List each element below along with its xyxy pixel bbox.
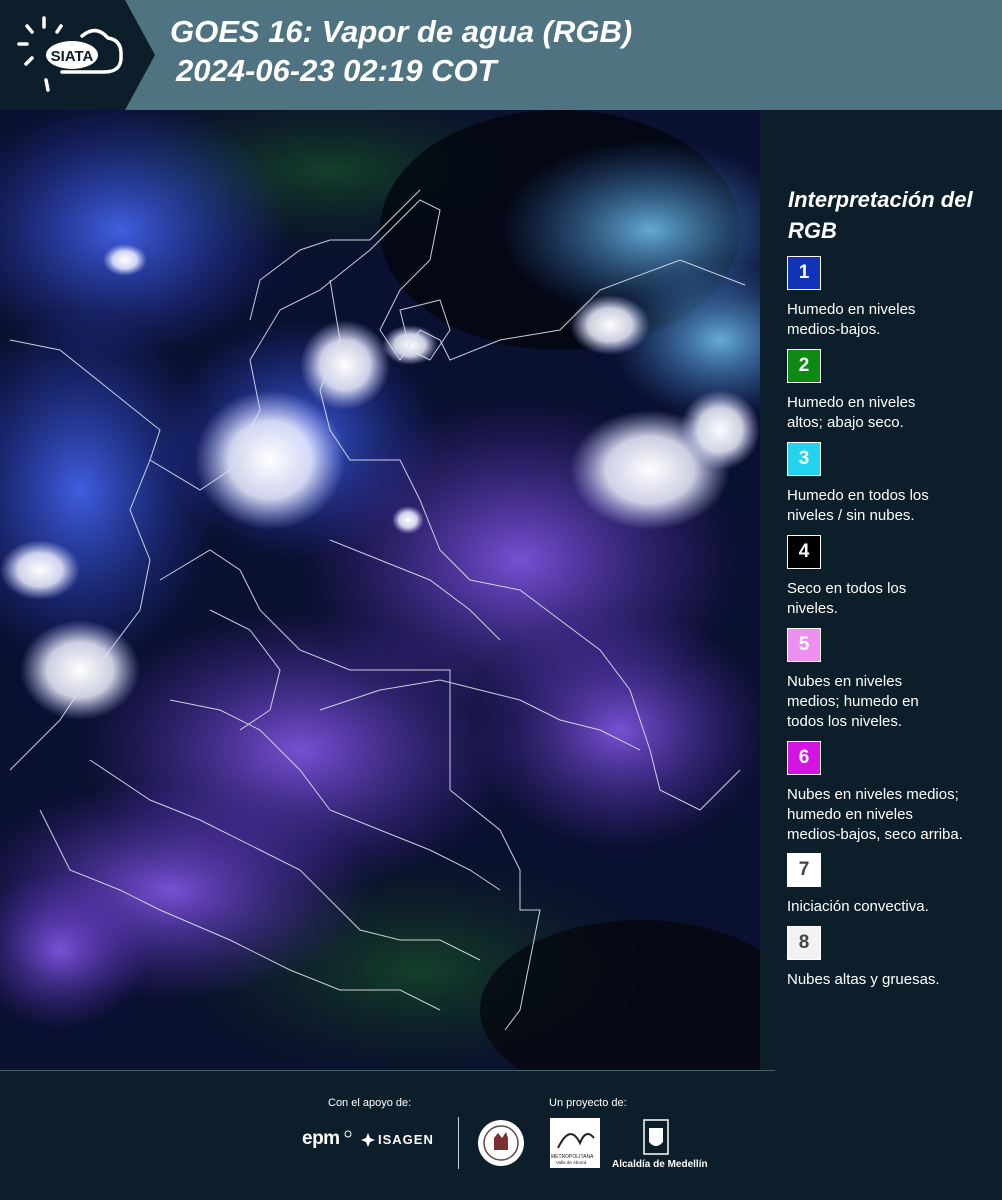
legend-swatch: 6 — [787, 741, 821, 775]
project-label: Un proyecto de: — [549, 1097, 627, 1109]
legend-swatch: 1 — [787, 256, 821, 290]
footer: Con el apoyo de: Un proyecto de: epm ISA… — [0, 1070, 1002, 1200]
legend-label: Nubes altas y gruesas. — [787, 971, 940, 988]
legend-label: Nubes en niveles medios; humedo en todos… — [787, 673, 919, 730]
legend-swatch: 7 — [787, 853, 821, 887]
footer-divider-line — [0, 1070, 775, 1071]
legend-item: 4 Seco en todos los niveles. — [787, 535, 997, 619]
isagen-star-icon — [361, 1133, 375, 1147]
satellite-image-icon — [0, 110, 760, 1070]
epm-registered-icon — [344, 1130, 352, 1138]
legend-label: Iniciación convectiva. — [787, 898, 929, 915]
legend-item: 3 Humedo en todos los niveles / sin nube… — [787, 442, 997, 526]
antioquia-seal-icon — [478, 1120, 524, 1166]
legend-label: Humedo en todos los niveles / sin nubes. — [787, 487, 929, 524]
logo-text: SIATA — [51, 48, 94, 65]
legend-swatch: 8 — [787, 926, 821, 960]
satellite-map — [0, 110, 760, 1070]
alcaldia-shield-icon — [643, 1119, 669, 1155]
legend-panel: Interpretación del RGB 1 Humedo en nivel… — [760, 110, 1002, 1070]
legend-item: 7 Iniciación convectiva. — [787, 853, 997, 917]
page-timestamp: 2024-06-23 02:19 COT — [176, 53, 497, 88]
header-band: SIATA GOES 16: Vapor de agua (RGB) 2024-… — [0, 0, 1002, 110]
legend-swatch: 2 — [787, 349, 821, 383]
epm-logo: epm — [302, 1128, 340, 1149]
legend-label: Nubes en niveles medios; humedo en nivel… — [787, 786, 963, 843]
legend-title: Interpretación del RGB — [788, 187, 973, 243]
legend-swatch: 5 — [787, 628, 821, 662]
legend-item: 6 Nubes en niveles medios; humedo en niv… — [787, 741, 997, 845]
footer-divider — [458, 1117, 459, 1169]
legend-item: 2 Humedo en niveles altos; abajo seco. — [787, 349, 997, 433]
legend-item: 1 Humedo en niveles medios-bajos. — [787, 256, 997, 340]
page-title: GOES 16: Vapor de agua (RGB) — [170, 14, 633, 49]
legend-label: Humedo en niveles medios-bajos. — [787, 301, 916, 338]
legend-label: Seco en todos los niveles. — [787, 580, 907, 617]
alcaldia-label: Alcaldía de Medellín — [612, 1159, 708, 1170]
isagen-logo: ISAGEN — [378, 1132, 434, 1147]
legend-label: Humedo en niveles altos; abajo seco. — [787, 394, 916, 431]
metro-sublabel: Valle de Aburrá — [556, 1160, 587, 1165]
siata-logo: SIATA — [0, 0, 155, 110]
legend-item: 8 Nubes altas y gruesas. — [787, 926, 997, 990]
legend-item: 5 Nubes en niveles medios; humedo en tod… — [787, 628, 997, 732]
legend-swatch: 4 — [787, 535, 821, 569]
support-label: Con el apoyo de: — [328, 1097, 412, 1109]
legend-swatch: 3 — [787, 442, 821, 476]
